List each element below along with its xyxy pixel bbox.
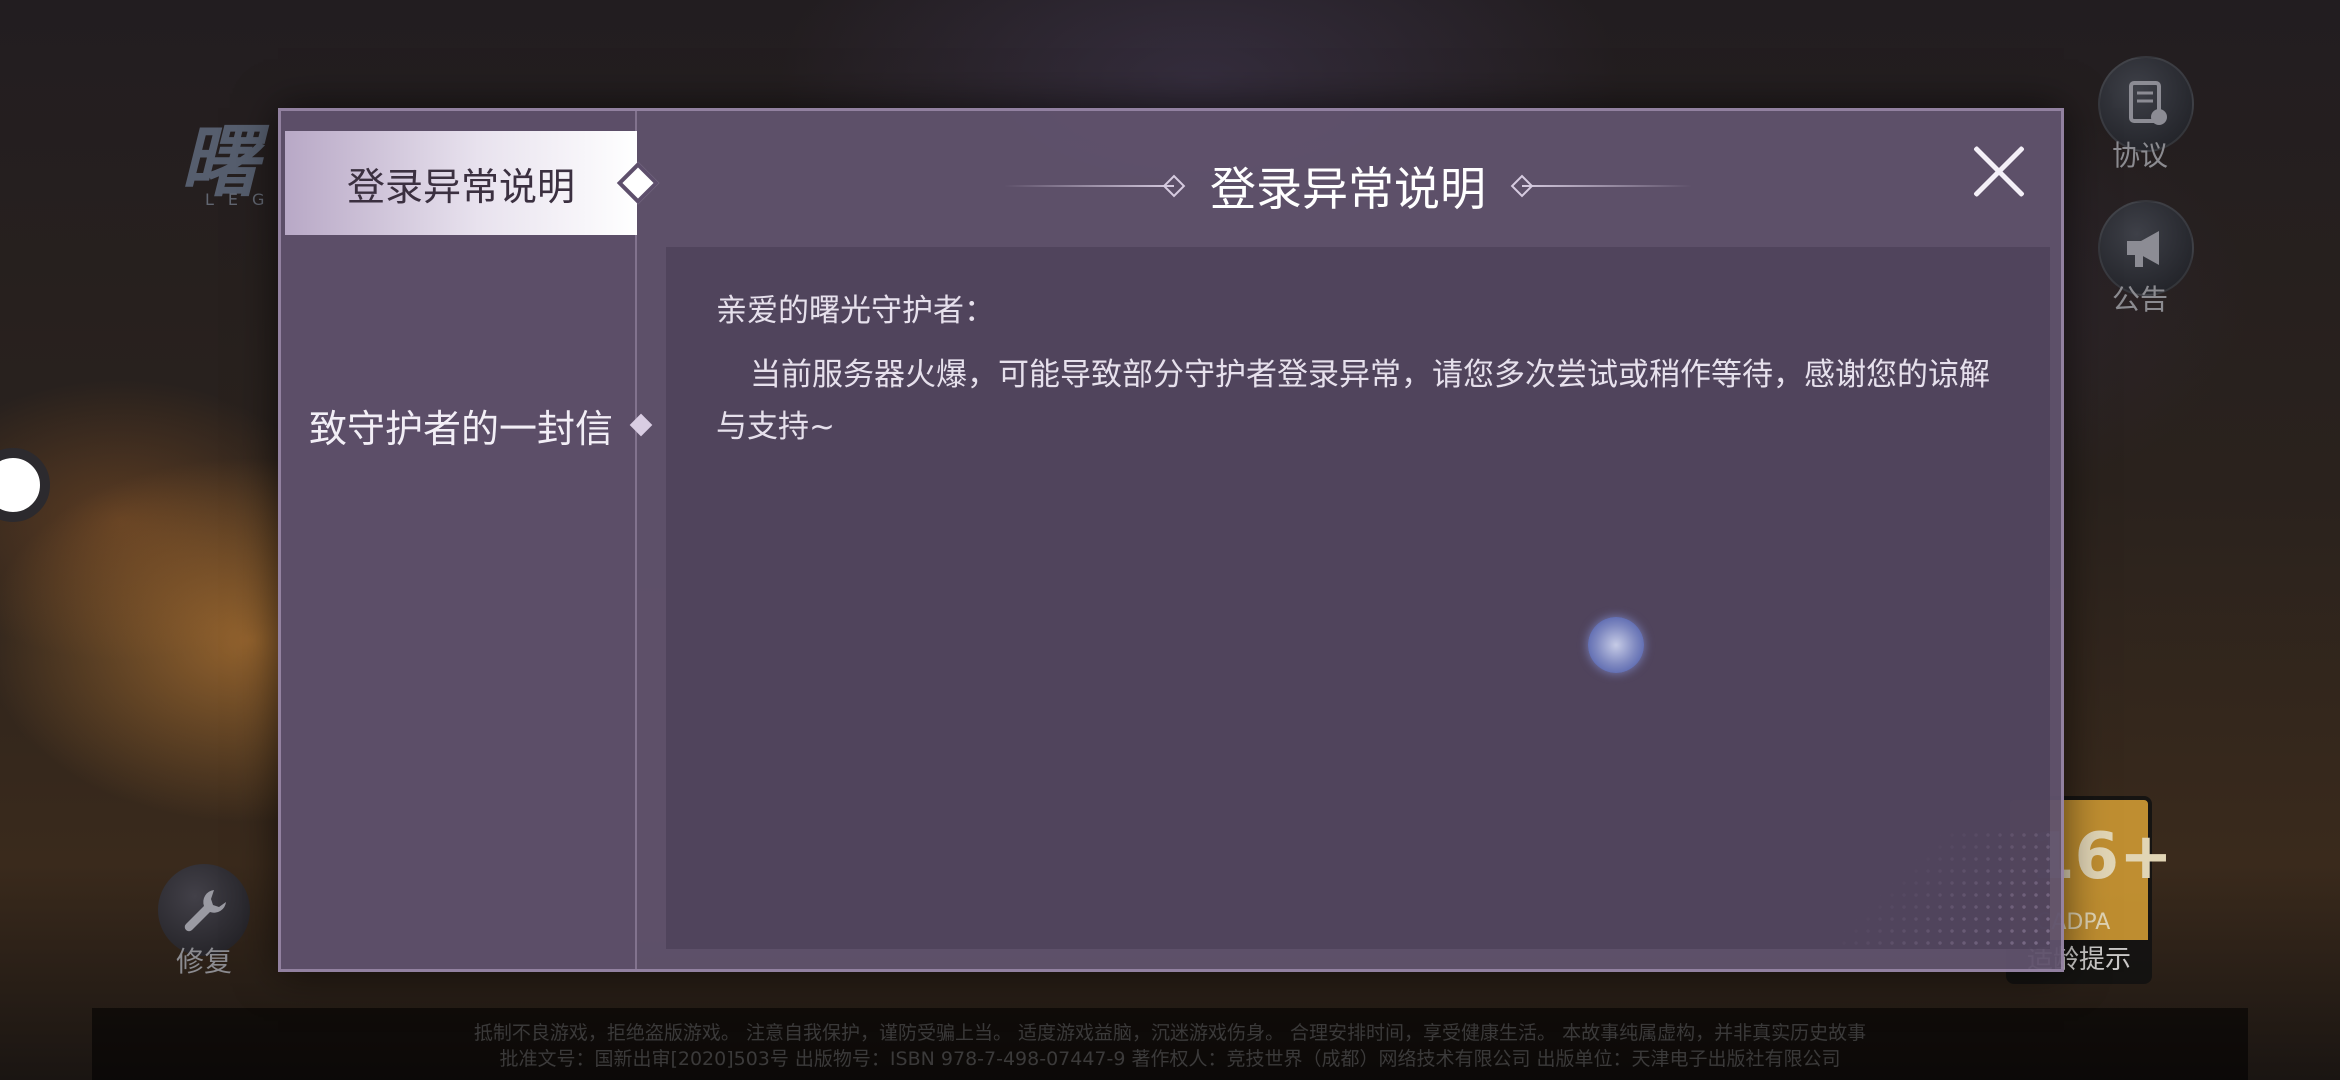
notice-message: 当前服务器火爆，可能导致部分守护者登录异常，请您多次尝试或稍作等待，感谢您的谅解… [716, 357, 1990, 445]
dialog-header: 登录异常说明 [635, 131, 2061, 241]
agreement-label: 协议 [2111, 139, 2168, 172]
game-logo-subtitle: LEG [205, 190, 279, 209]
tab-letter-to-guardians[interactable]: 致守护者的一封信 [285, 373, 653, 477]
tab-label: 登录异常说明 [346, 164, 575, 209]
wrench-icon [184, 890, 226, 932]
tab-login-exception[interactable]: 登录异常说明 [285, 131, 660, 235]
notice-content: 亲爱的曙光守护者： 当前服务器火爆，可能导致部分守护者登录异常，请您多次尝试或稍… [666, 247, 2050, 949]
loading-spinner-icon [1588, 617, 1644, 673]
title-ornament-right [1510, 174, 1692, 198]
agreement-icon [2129, 81, 2167, 125]
dialog-title: 登录异常说明 [1210, 162, 1486, 216]
announcement-label: 公告 [2111, 283, 2168, 316]
repair-label: 修复 [175, 945, 232, 978]
close-button[interactable] [1969, 141, 2029, 201]
login-notice-dialog: 登录异常说明 致守护者的一封信 登录异常说明 亲爱的曙光守护者： 当前服务器火爆… [278, 108, 2064, 972]
health-notice-footer: 抵制不良游戏，拒绝盗版游戏。 注意自我保护，谨防受骗上当。 适度游戏益脑，沉迷游… [92, 1008, 2248, 1080]
health-notice-line-1: 抵制不良游戏，拒绝盗版游戏。 注意自我保护，谨防受骗上当。 适度游戏益脑，沉迷游… [473, 1022, 1867, 1044]
dialog-sidebar: 登录异常说明 致守护者的一封信 [281, 111, 660, 969]
title-ornament-left [1004, 174, 1186, 198]
tab-label: 致守护者的一封信 [308, 406, 613, 451]
megaphone-icon [2127, 231, 2159, 267]
health-notice-line-2: 批准文号：国新出审[2020]503号 出版物号：ISBN 978-7-498-… [499, 1048, 1841, 1070]
notice-greeting: 亲爱的曙光守护者： [716, 293, 995, 329]
dot-pattern-decoration [1790, 829, 2050, 949]
tab-indicator-icon [629, 413, 653, 437]
